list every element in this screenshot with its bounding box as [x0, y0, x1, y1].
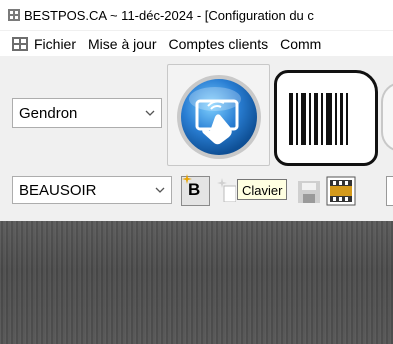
store-select-value: BEAUSOIR — [19, 181, 97, 199]
touch-screen-hand-icon — [177, 75, 261, 159]
chevron-down-icon — [155, 187, 165, 193]
barcode-icon — [289, 93, 348, 145]
clavier-button[interactable] — [167, 64, 270, 166]
menu-commandes[interactable]: Comm — [280, 36, 321, 52]
new-document-icon[interactable] — [216, 178, 236, 202]
window-title: BESTPOS.CA ~ 11-déc-2024 - [Configuratio… — [24, 7, 314, 23]
chevron-down-icon — [145, 110, 155, 116]
menu-mise-a-jour[interactable]: Mise à jour — [88, 36, 156, 52]
floppy-disk-icon[interactable] — [298, 181, 320, 203]
toolbar-field-edge[interactable] — [386, 176, 393, 206]
app-menu-icon[interactable] — [12, 36, 28, 51]
app-icon — [8, 9, 20, 21]
agent-select-value: Gendron — [19, 104, 78, 122]
bold-label: B — [188, 180, 201, 199]
barcode-button[interactable] — [274, 70, 378, 166]
menu-comptes-clients[interactable]: Comptes clients — [168, 36, 268, 52]
clavier-tooltip: Clavier — [237, 179, 288, 200]
menu-fichier[interactable]: Fichier — [34, 36, 76, 52]
title-bar: BESTPOS.CA ~ 11-déc-2024 - [Configuratio… — [0, 0, 393, 30]
film-clapper-icon[interactable] — [326, 176, 356, 206]
store-select[interactable]: BEAUSOIR — [12, 176, 172, 204]
menu-bar: Fichier Mise à jour Comptes clients Comm — [0, 31, 393, 56]
bold-button[interactable]: B — [181, 174, 210, 206]
content-background — [0, 221, 393, 344]
next-toolbar-button[interactable] — [381, 82, 393, 152]
agent-select[interactable]: Gendron — [12, 98, 162, 128]
